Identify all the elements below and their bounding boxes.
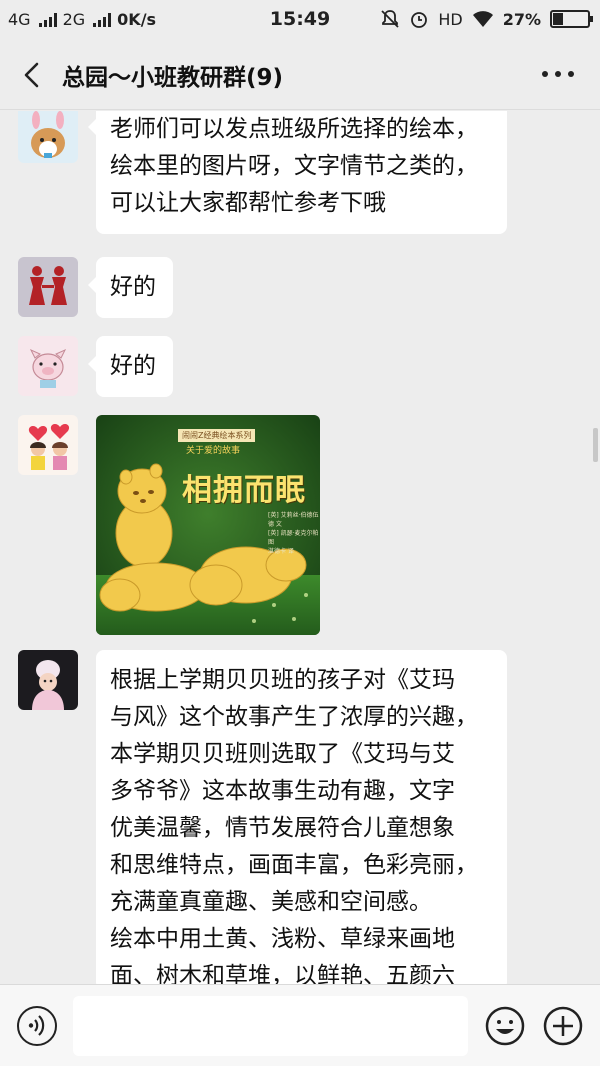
emoji-icon[interactable]	[485, 1006, 525, 1046]
battery-percent: 27%	[502, 9, 541, 29]
book-credits: [英] 艾莉丝·伯德伍德 文 [英] 凯瑟·麦克尔帕 图 湛德卡 译	[268, 512, 319, 555]
chat-title: 总园～小班教研群(9)	[62, 65, 284, 91]
chat-messages[interactable]: 老师们可以发点班级所选择的绘本， 绘本里的图片呀，文字情节之类的， 可以让大家都…	[0, 111, 600, 984]
pig-avatar[interactable]	[18, 336, 78, 396]
girl-avatar[interactable]	[18, 650, 78, 710]
plus-icon[interactable]	[543, 1006, 583, 1046]
message-bubble[interactable]: 好的	[88, 257, 173, 318]
more-dots-icon[interactable]	[542, 64, 574, 84]
kids-avatar[interactable]	[18, 415, 78, 475]
book-badge: 闹闹Z经典绘本系列	[178, 429, 256, 442]
corgi-avatar[interactable]	[18, 111, 78, 163]
battery-level	[553, 13, 563, 25]
message-bubble[interactable]: 老师们可以发点班级所选择的绘本， 绘本里的图片呀，文字情节之类的， 可以让大家都…	[88, 111, 507, 234]
voice-icon[interactable]	[17, 1006, 57, 1046]
wifi-icon	[472, 11, 493, 27]
message-text: 好的	[110, 274, 156, 300]
battery-icon	[550, 10, 593, 28]
status-right: HD 27%	[380, 9, 593, 29]
message-input[interactable]	[73, 996, 468, 1056]
alarm-icon	[411, 12, 428, 28]
scrollbar[interactable]	[593, 428, 598, 462]
mute-icon	[381, 10, 399, 28]
chevron-left-icon[interactable]	[18, 59, 48, 91]
book-title: 相拥而眠	[182, 473, 306, 508]
book-series: 关于爱的故事	[186, 446, 241, 456]
book-image-message[interactable]: 闹闹Z经典绘本系列 关于爱的故事 相拥而眠 [英] 艾莉丝·伯德伍德 文 [英]…	[96, 415, 320, 635]
message-bubble[interactable]: 根据上学期贝贝班的孩子对《艾玛 与风》这个故事产生了浓厚的兴趣， 本学期贝贝班则…	[96, 650, 507, 984]
message-text: 老师们可以发点班级所选择的绘本， 绘本里的图片呀，文字情节之类的， 可以让大家都…	[110, 116, 478, 216]
message-bubble[interactable]: 好的	[88, 336, 173, 397]
hd-label: HD	[438, 9, 463, 29]
papercut-avatar[interactable]	[18, 257, 78, 317]
message-text: 好的	[110, 353, 156, 379]
message-text: 根据上学期贝贝班的孩子对《艾玛 与风》这个故事产生了浓厚的兴趣， 本学期贝贝班则…	[110, 667, 478, 984]
input-bar	[0, 984, 600, 1066]
status-bar: 4G 2G 0K/s 15:49 HD 27%	[0, 0, 600, 40]
chat-header: 总园～小班教研群(9)	[0, 40, 600, 110]
